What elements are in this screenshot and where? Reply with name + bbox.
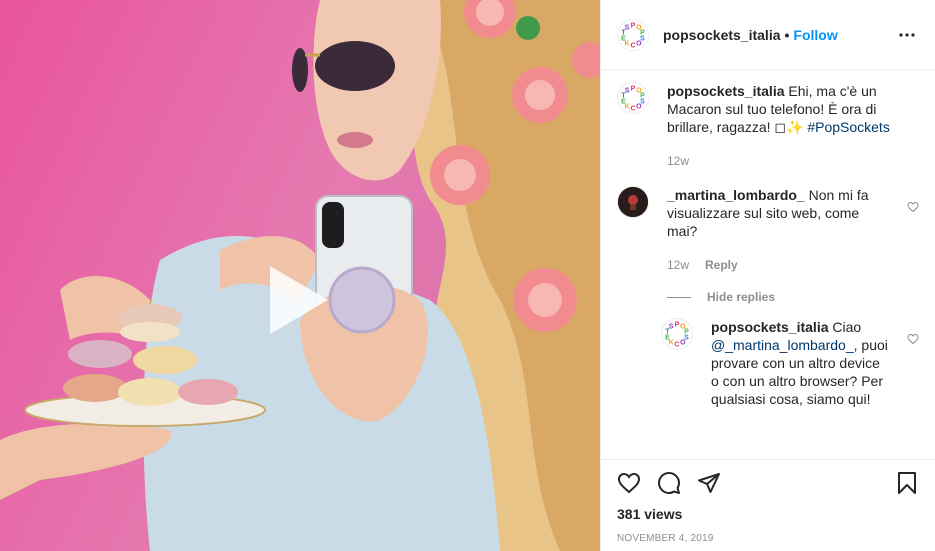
post-video[interactable] xyxy=(0,0,600,551)
share-button[interactable] xyxy=(697,471,721,495)
post-date[interactable]: NOVEMBER 4, 2019 xyxy=(617,533,919,544)
post-view: POPSOCKETS popsockets_italia • Follow PO… xyxy=(0,0,935,551)
logo-letter: P xyxy=(631,86,636,93)
logo-letter: P xyxy=(675,322,680,329)
logo-letter: P xyxy=(631,22,636,29)
user-photo-icon xyxy=(618,187,648,217)
logo-letter: S xyxy=(625,24,630,31)
logo-letter: S xyxy=(669,323,674,330)
comment: _martina_lombardo_ Non mi fa visualizzar… xyxy=(617,186,919,274)
logo-letter: O xyxy=(636,40,642,47)
caption-author[interactable]: popsockets_italia xyxy=(667,83,785,99)
action-bar xyxy=(617,460,919,506)
logo-letter: E xyxy=(621,99,626,106)
comment-button[interactable] xyxy=(657,471,681,495)
heart-icon xyxy=(907,201,919,213)
avatar[interactable] xyxy=(617,186,649,218)
comment-body: _martina_lombardo_ Non mi fa visualizzar… xyxy=(667,186,877,274)
reply-button[interactable]: Reply xyxy=(705,256,738,274)
like-comment-button[interactable] xyxy=(907,200,919,216)
comment-author[interactable]: _martina_lombardo_ xyxy=(667,187,805,203)
heart-icon xyxy=(907,333,919,345)
logo-letter: C xyxy=(630,42,635,49)
post-header: POPSOCKETS popsockets_italia • Follow xyxy=(601,0,935,70)
avatar[interactable]: POPSOCKETS xyxy=(661,318,693,350)
hide-replies-label: Hide replies xyxy=(707,290,776,304)
bookmark-icon xyxy=(898,472,916,494)
reply: POPSOCKETS popsockets_italia Ciao @_mart… xyxy=(661,318,919,408)
play-icon xyxy=(270,266,328,334)
save-button[interactable] xyxy=(895,471,919,495)
divider xyxy=(667,296,691,298)
reply-text-before: Ciao xyxy=(832,319,862,335)
logo-letter: C xyxy=(630,106,635,113)
comment-time[interactable]: 12w xyxy=(667,256,689,274)
popsockets-logo: P OPSOCKETS xyxy=(621,22,645,49)
avatar[interactable]: POPSOCKETS xyxy=(617,18,649,51)
logo-letter: O xyxy=(636,104,642,111)
popsockets-logo: P OPSOCKETS xyxy=(621,86,645,113)
comments-section: POPSOCKETS popsockets_italia Ehi, ma c'è… xyxy=(601,70,935,459)
logo-letter: O xyxy=(680,340,686,347)
more-options-icon xyxy=(899,32,915,37)
caption-time[interactable]: 12w xyxy=(667,152,689,170)
avatar[interactable]: POPSOCKETS xyxy=(617,82,649,114)
mention-link[interactable]: @_martina_lombardo_ xyxy=(711,337,854,353)
like-reply-button[interactable] xyxy=(907,332,919,348)
post-footer: 381 views NOVEMBER 4, 2019 xyxy=(601,459,935,551)
caption: POPSOCKETS popsockets_italia Ehi, ma c'è… xyxy=(617,82,919,170)
comment-meta: 12w Reply xyxy=(667,256,877,274)
reply-body: popsockets_italia Ciao @_martina_lombard… xyxy=(711,318,891,408)
like-button[interactable] xyxy=(617,471,641,495)
hide-replies-button[interactable]: Hide replies xyxy=(667,290,919,304)
play-button[interactable] xyxy=(262,262,338,338)
logo-letter: E xyxy=(665,335,670,342)
more-options-button[interactable] xyxy=(895,23,919,47)
caption-body: popsockets_italia Ehi, ma c'è un Macaron… xyxy=(667,82,907,170)
heart-icon xyxy=(617,472,641,494)
view-count[interactable]: 381 views xyxy=(617,506,919,522)
comment-icon xyxy=(658,472,680,494)
follow-button[interactable]: Follow xyxy=(793,27,837,43)
post-side-panel: POPSOCKETS popsockets_italia • Follow PO… xyxy=(600,0,935,551)
logo-letter: S xyxy=(625,87,630,94)
popsockets-logo: P OPSOCKETS xyxy=(665,322,689,349)
username-link[interactable]: popsockets_italia xyxy=(663,27,781,43)
logo-letter: C xyxy=(674,342,679,349)
reply-author[interactable]: popsockets_italia xyxy=(711,319,829,335)
hashtag-link[interactable]: #PopSockets xyxy=(807,119,890,135)
caption-meta: 12w xyxy=(667,152,907,170)
separator-dot: • xyxy=(784,26,790,43)
logo-letter: E xyxy=(621,35,626,42)
share-icon xyxy=(698,473,720,493)
